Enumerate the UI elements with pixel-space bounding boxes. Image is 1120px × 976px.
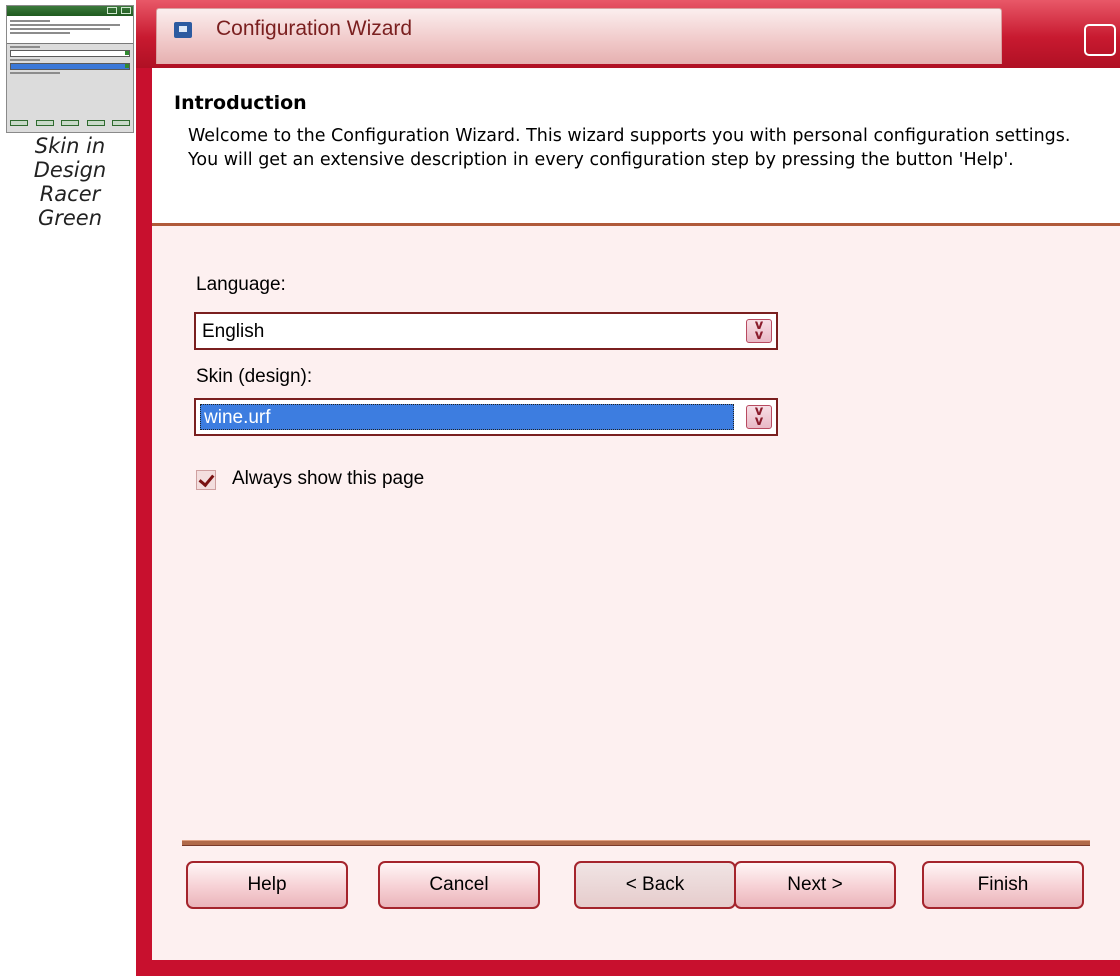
configuration-wizard-window: Configuration Wizard Introduction Welcom…	[136, 0, 1120, 976]
wizard-app-icon[interactable]	[174, 22, 192, 38]
caption-line: Racer	[39, 182, 101, 206]
language-select[interactable]: English vv	[194, 312, 778, 350]
language-select-value: English	[202, 321, 265, 342]
thumbnail-label	[10, 59, 40, 61]
help-button[interactable]: Help	[186, 861, 348, 909]
wizard-header: Introduction Welcome to the Configuratio…	[152, 68, 1120, 226]
language-label: Language:	[196, 274, 286, 295]
window-title: Configuration Wizard	[216, 17, 413, 40]
skin-preview-thumbnail	[6, 5, 134, 133]
back-button[interactable]: < Back	[574, 861, 736, 909]
page-description: Welcome to the Configuration Wizard. Thi…	[188, 126, 1071, 170]
skin-selection-highlight	[200, 404, 734, 430]
caption-line: Design	[33, 158, 107, 182]
double-chevron-down-icon[interactable]: vv	[746, 405, 772, 429]
title-bar[interactable]: Configuration Wizard	[136, 0, 1120, 68]
footer-divider	[182, 840, 1090, 846]
thumbnail-skin-field	[10, 63, 130, 70]
skin-select-value: wine.urf	[204, 407, 271, 428]
finish-button[interactable]: Finish	[922, 861, 1084, 909]
caption-line: Skin in	[34, 134, 106, 158]
thumbnail-titlebar-button	[107, 7, 117, 14]
skin-caption: Skin in Design Racer Green	[6, 134, 134, 230]
cancel-button[interactable]: Cancel	[378, 861, 540, 909]
thumbnail-header	[7, 16, 133, 44]
skin-label: Skin (design):	[196, 366, 313, 387]
always-show-label[interactable]: Always show this page	[232, 468, 424, 490]
thumbnail-buttons	[10, 120, 130, 126]
skin-select[interactable]: wine.urf vv	[194, 398, 778, 436]
thumbnail-titlebar	[7, 6, 133, 16]
double-chevron-down-icon[interactable]: vv	[746, 319, 772, 343]
thumbnail-titlebar-button	[121, 7, 131, 14]
next-button[interactable]: Next >	[734, 861, 896, 909]
caption-line: Green	[37, 206, 103, 230]
thumbnail-checkbox-line	[10, 72, 60, 74]
wizard-client-area: Introduction Welcome to the Configuratio…	[152, 68, 1120, 960]
page-title: Introduction	[174, 92, 307, 114]
close-button[interactable]	[1084, 24, 1116, 56]
thumbnail-label	[10, 46, 40, 48]
thumbnail-language-field	[10, 50, 130, 57]
always-show-checkbox[interactable]	[196, 470, 216, 490]
